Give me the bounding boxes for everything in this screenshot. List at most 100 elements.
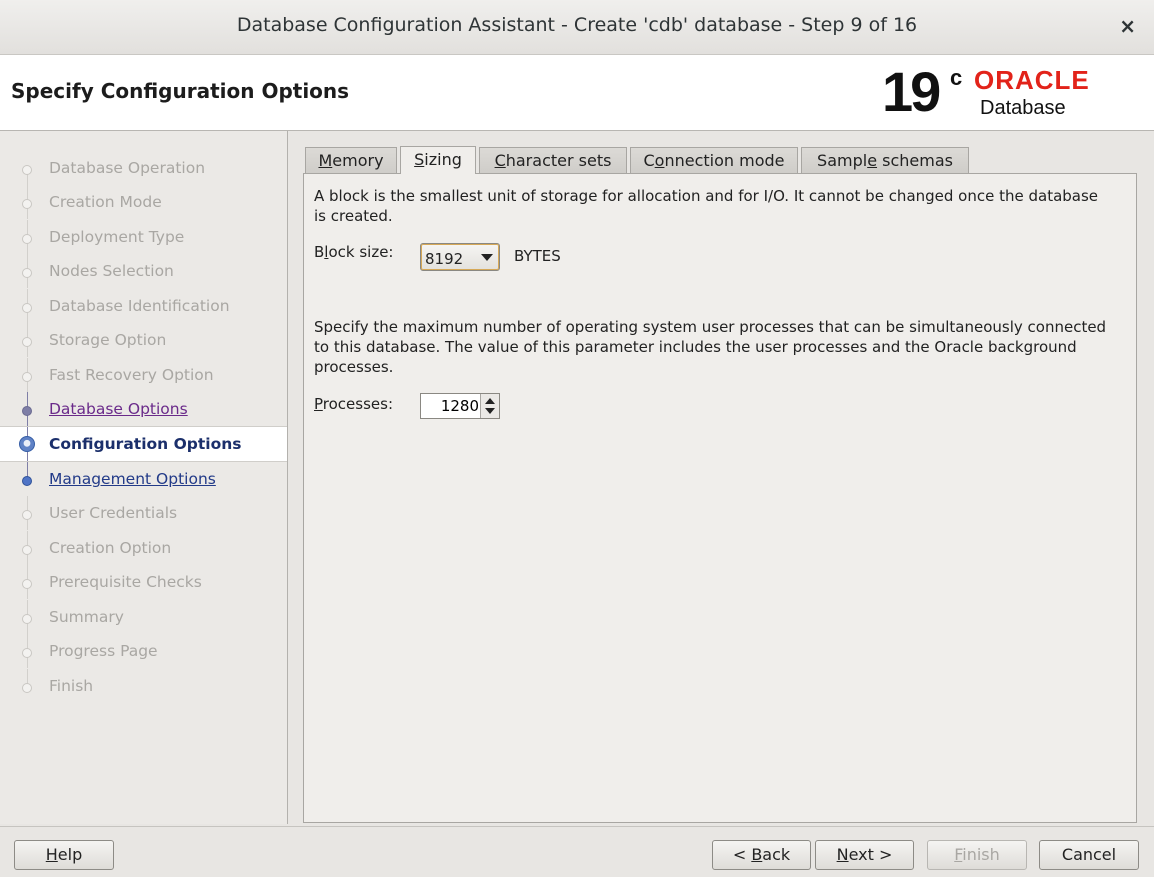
step-dot-icon	[22, 165, 32, 175]
step-storage-option: Storage Option	[0, 323, 287, 357]
step-dot-icon	[22, 234, 32, 244]
step-label: Creation Mode	[49, 193, 162, 211]
processes-description: Specify the maximum number of operating …	[314, 318, 1107, 376]
spin-up-icon[interactable]	[485, 398, 495, 404]
steps-sidebar: Database Operation Creation Mode Deploym…	[0, 131, 288, 824]
step-label[interactable]: Database Options	[49, 400, 188, 418]
tab-label-part: nnection mode	[664, 151, 785, 170]
spin-down-icon[interactable]	[485, 408, 495, 414]
label-mnemonic: P	[314, 395, 323, 413]
tab-sample-schemas[interactable]: Sample schemas	[801, 147, 969, 173]
step-dot-icon	[22, 545, 32, 555]
button-mnemonic: N	[836, 845, 849, 864]
step-dot-icon	[22, 268, 32, 278]
step-configuration-options: Configuration Options	[0, 426, 287, 462]
tab-mnemonic: C	[494, 151, 506, 170]
button-label-part: <	[732, 845, 752, 864]
tab-mnemonic: M	[318, 151, 333, 170]
step-summary: Summary	[0, 600, 287, 634]
step-label: Summary	[49, 608, 124, 626]
window-title: Database Configuration Assistant - Creat…	[236, 14, 918, 36]
finish-button[interactable]: Finish	[927, 840, 1027, 870]
current-step-icon	[19, 436, 35, 452]
step-deployment-type: Deployment Type	[0, 220, 287, 254]
block-size-dropdown[interactable]: 8192	[420, 243, 500, 271]
step-fast-recovery-option: Fast Recovery Option	[0, 358, 287, 392]
logo-superscript: c	[950, 65, 963, 90]
block-size-value: 8192	[425, 250, 464, 268]
step-label: Database Identification	[49, 297, 230, 315]
step-management-options[interactable]: Management Options	[0, 462, 287, 496]
window-titlebar: Database Configuration Assistant - Creat…	[0, 0, 1154, 55]
tab-memory[interactable]: Memory	[305, 147, 397, 173]
step-label: Progress Page	[49, 642, 158, 660]
step-dot-icon	[22, 614, 32, 624]
page-title: Specify Configuration Options	[11, 79, 350, 103]
step-progress-page: Progress Page	[0, 634, 287, 668]
processes-spinner	[420, 393, 500, 419]
logo-version: 19	[882, 60, 941, 123]
block-size-unit: BYTES	[514, 247, 561, 265]
block-size-label: Block size:	[314, 243, 394, 261]
tab-mnemonic: o	[654, 151, 665, 170]
step-label: Fast Recovery Option	[49, 366, 214, 384]
step-database-identification: Database Identification	[0, 289, 287, 323]
next-button[interactable]: Next >	[815, 840, 914, 870]
tab-label-part: C	[643, 151, 655, 170]
tab-connection-mode[interactable]: Connection mode	[630, 147, 798, 173]
main-content: Memory Sizing Character sets Connection …	[289, 131, 1154, 824]
cancel-button[interactable]: Cancel	[1039, 840, 1139, 870]
oracle-logo: 19 c ORACLE Database	[876, 59, 1136, 125]
step-user-credentials: User Credentials	[0, 496, 287, 530]
block-size-description: A block is the smallest unit of storage …	[314, 187, 1099, 225]
label-part: B	[314, 243, 325, 261]
tab-sizing[interactable]: Sizing	[400, 146, 476, 174]
wizard-footer: Help < Back Next > Finish Cancel	[0, 826, 1154, 877]
tab-label-part: haracter sets	[505, 151, 612, 170]
step-creation-option: Creation Option	[0, 531, 287, 565]
step-database-options[interactable]: Database Options	[0, 392, 287, 426]
close-icon[interactable]: ×	[1119, 14, 1136, 38]
button-label-part: ack	[762, 845, 791, 864]
tab-mnemonic: e	[867, 151, 878, 170]
step-label[interactable]: Management Options	[49, 470, 216, 488]
step-label: Storage Option	[49, 331, 167, 349]
step-dot-icon	[22, 683, 32, 693]
tab-label-part: schemas	[877, 151, 953, 170]
button-label-part: inish	[962, 845, 1000, 864]
button-label-part: elp	[57, 845, 83, 864]
help-button[interactable]: Help	[14, 840, 114, 870]
processes-label: Processes:	[314, 395, 393, 413]
tab-mnemonic: S	[414, 150, 425, 169]
chevron-down-icon	[481, 254, 493, 261]
spinner-buttons	[480, 394, 499, 418]
page-header: Specify Configuration Options 19 c ORACL…	[0, 55, 1154, 131]
step-dot-icon	[22, 648, 32, 658]
processes-input[interactable]	[421, 394, 481, 418]
step-label: Prerequisite Checks	[49, 573, 202, 591]
step-label: User Credentials	[49, 504, 178, 522]
button-mnemonic: B	[751, 845, 763, 864]
step-label: Deployment Type	[49, 228, 185, 246]
step-nodes-selection: Nodes Selection	[0, 254, 287, 288]
step-dot-icon	[22, 510, 32, 520]
step-label: Finish	[49, 677, 94, 695]
step-label: Configuration Options	[49, 435, 242, 453]
tab-label-part: emory	[332, 151, 384, 170]
label-part: ock size:	[328, 243, 394, 261]
step-creation-mode: Creation Mode	[0, 185, 287, 219]
step-dot-icon	[22, 579, 32, 589]
step-dot-icon	[22, 372, 32, 382]
step-dot-icon	[22, 406, 32, 416]
tab-label-part: Sampl	[817, 151, 868, 170]
logo-brand: ORACLE	[974, 65, 1090, 95]
tab-character-sets[interactable]: Character sets	[479, 147, 627, 173]
step-prerequisite-checks: Prerequisite Checks	[0, 565, 287, 599]
tab-label-part: izing	[424, 150, 462, 169]
back-button[interactable]: < Back	[712, 840, 811, 870]
label-part: rocesses:	[322, 395, 394, 413]
step-label: Nodes Selection	[49, 262, 174, 280]
step-label: Creation Option	[49, 539, 172, 557]
logo-product: Database	[980, 97, 1066, 119]
step-dot-icon	[22, 303, 32, 313]
